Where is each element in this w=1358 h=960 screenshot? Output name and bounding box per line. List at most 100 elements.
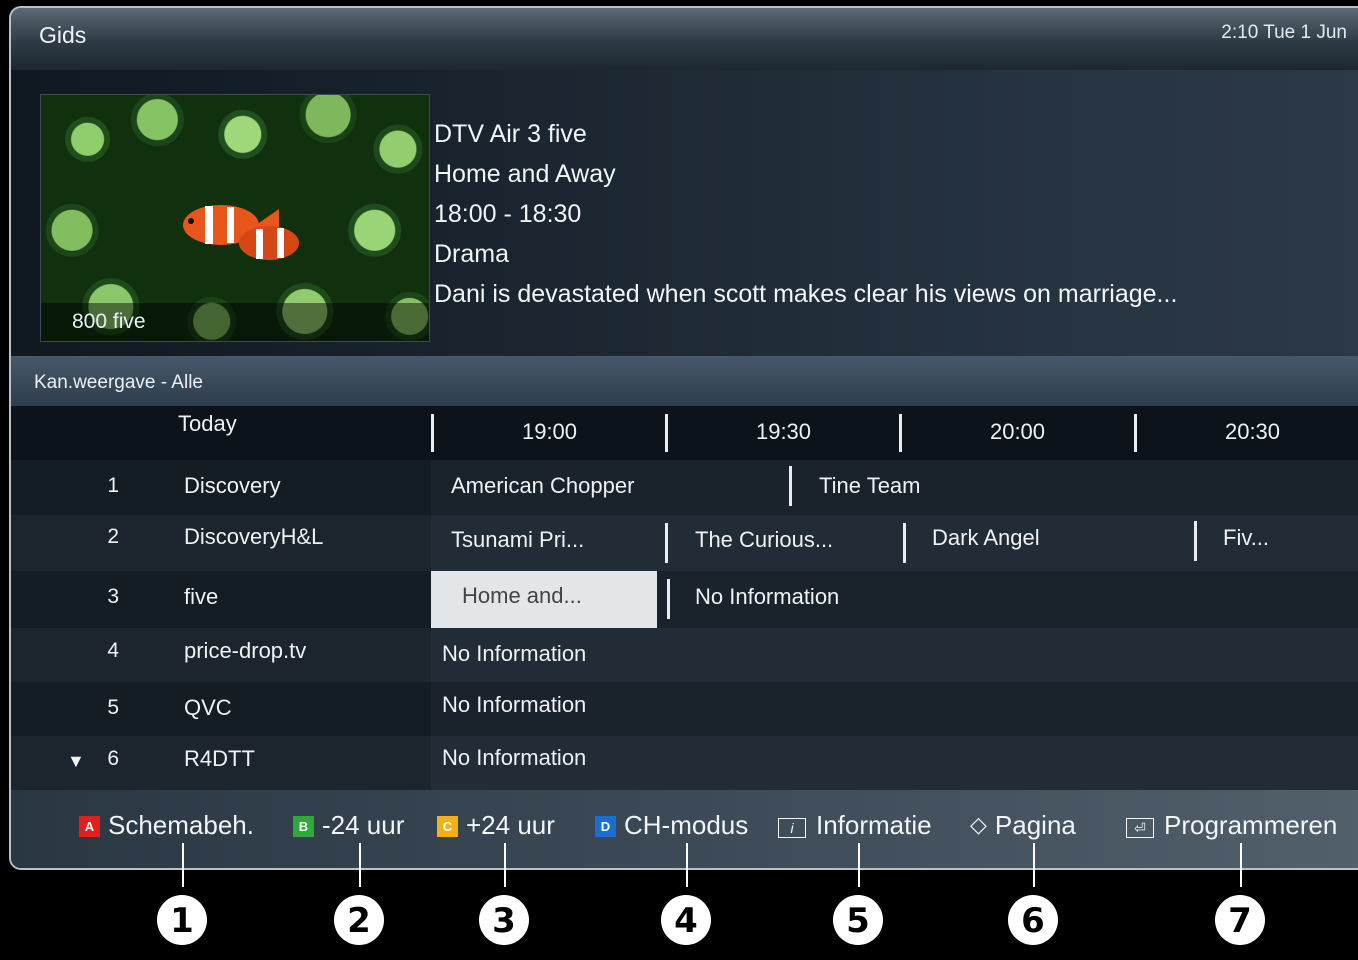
channel-name: price-drop.tv — [184, 638, 307, 663]
callout-line — [858, 843, 860, 887]
schedule-manager-button[interactable]: A Schemabeh. — [79, 810, 254, 841]
program-title: No Information — [442, 745, 587, 770]
callout-line — [359, 843, 361, 887]
channel-name: QVC — [184, 695, 232, 720]
callout-number: 4 — [661, 895, 711, 945]
channel-filter-label: Kan.weergave - Alle — [34, 372, 203, 393]
channel-row: 5 QVC No Information — [11, 682, 1358, 736]
callout-number: 7 — [1215, 895, 1265, 945]
program-cell[interactable]: No Information — [431, 736, 1358, 790]
program-cell[interactable]: American Chopper — [431, 460, 789, 515]
channel-filter-bar[interactable]: Kan.weergave - Alle — [11, 356, 1358, 406]
program-title: American Chopper — [451, 473, 635, 498]
program-track: No Information — [431, 682, 1358, 736]
callout-line — [504, 843, 506, 887]
program-title: The Curious... — [695, 527, 834, 552]
program-cell[interactable]: Tsunami Pri... — [431, 515, 665, 571]
callout-line — [1240, 843, 1242, 887]
program-details: DTV Air 3 five Home and Away 18:00 - 18:… — [434, 114, 1177, 314]
program-cell[interactable]: Dark Angel — [906, 515, 1194, 571]
program-title: Fiv... — [1223, 525, 1270, 550]
enter-icon: ⏎ — [1126, 818, 1154, 838]
program-cell-selected[interactable]: Home and... — [431, 571, 657, 628]
channel-cell[interactable]: 4 price-drop.tv — [11, 628, 431, 682]
detail-time: 18:00 - 18:30 — [434, 200, 582, 228]
footer-label: -24 uur — [322, 810, 405, 840]
channel-row: 3 five Home and... No Information — [11, 571, 1358, 628]
channel-cell[interactable]: 1 Discovery — [11, 460, 431, 515]
channel-name: DiscoveryH&L — [184, 524, 324, 549]
information-button[interactable]: i Informatie — [778, 810, 932, 841]
channel-mode-button[interactable]: D CH-modus — [595, 810, 748, 841]
channel-cell[interactable]: 2 DiscoveryH&L — [11, 515, 431, 571]
channel-name: R4DTT — [184, 746, 255, 771]
minus-24h-button[interactable]: B -24 uur — [293, 810, 404, 841]
page-title: Gids — [39, 22, 87, 48]
clock: 2:10 Tue 1 Jun — [1221, 22, 1347, 43]
channel-name: five — [184, 584, 219, 609]
detail-title: Home and Away — [434, 160, 616, 188]
header-bar: Gids 2:10 Tue 1 Jun — [11, 8, 1358, 70]
channel-number: 4 — [107, 639, 119, 662]
scroll-down-icon[interactable]: ▼ — [67, 751, 85, 772]
clownfish-image — [183, 205, 299, 260]
program-cell[interactable]: No Information — [431, 628, 1358, 682]
program-title: Tsunami Pri... — [451, 527, 585, 552]
program-track: Tsunami Pri... The Curious... Dark Angel… — [431, 515, 1358, 571]
footer-label: CH-modus — [624, 810, 749, 840]
time-slot-label: 20:00 — [989, 419, 1046, 444]
time-slot: 20:00 — [899, 414, 1045, 452]
channel-row: ▼ 6 R4DTT No Information — [11, 736, 1358, 790]
channel-number: 1 — [107, 474, 119, 497]
footer-label: Schemabeh. — [108, 810, 254, 840]
channel-name: Discovery — [184, 473, 281, 498]
schedule-button[interactable]: ⏎ Programmeren — [1126, 810, 1337, 841]
footer-label: Programmeren — [1164, 810, 1338, 840]
callout-number: 6 — [1008, 895, 1058, 945]
program-cell[interactable]: No Information — [670, 571, 1358, 628]
program-title: No Information — [442, 641, 587, 666]
red-key-icon: A — [79, 816, 100, 837]
program-grid: 1 Discovery American Chopper Tine Team 2… — [11, 460, 1358, 790]
time-slot: 19:30 — [665, 414, 811, 452]
channel-cell[interactable]: ▼ 6 R4DTT — [11, 736, 431, 790]
timeline-header: Today 19:00 19:30 20:00 20:30 — [11, 406, 1358, 460]
footer-label: Informatie — [816, 810, 932, 840]
channel-preview[interactable]: 800 five — [40, 94, 430, 342]
program-title: Tine Team — [819, 473, 921, 498]
channel-cell[interactable]: 5 QVC — [11, 682, 431, 736]
detail-genre: Drama — [434, 240, 510, 268]
updown-icon: ◇ — [970, 812, 987, 837]
program-track: Home and... No Information — [431, 571, 1358, 628]
channel-row: 2 DiscoveryH&L Tsunami Pri... The Curiou… — [11, 515, 1358, 571]
program-title: Home and... — [462, 583, 582, 608]
time-slot: 19:00 — [431, 414, 577, 452]
program-cell[interactable]: Fiv... — [1197, 515, 1358, 571]
program-info-panel: 800 five DTV Air 3 five Home and Away 18… — [11, 70, 1358, 356]
blue-key-icon: D — [595, 816, 616, 837]
preview-caption: 800 five — [41, 303, 429, 341]
time-slot-label: 19:30 — [755, 419, 812, 444]
program-track: No Information — [431, 628, 1358, 682]
program-track: American Chopper Tine Team — [431, 460, 1358, 515]
time-slot-label: 19:00 — [521, 419, 578, 444]
program-title: No Information — [695, 584, 840, 609]
channel-row: 1 Discovery American Chopper Tine Team — [11, 460, 1358, 515]
program-cell[interactable]: The Curious... — [668, 515, 902, 571]
channel-number: 2 — [107, 525, 119, 548]
channel-cell[interactable]: 3 five — [11, 571, 431, 628]
info-icon: i — [778, 818, 806, 838]
callout-line — [1033, 843, 1035, 887]
program-cell[interactable]: Tine Team — [792, 460, 1352, 515]
program-title: Dark Angel — [932, 525, 1040, 550]
plus-24h-button[interactable]: C +24 uur — [437, 810, 555, 841]
footer-label: Pagina — [994, 810, 1076, 840]
page-button[interactable]: ◇ Pagina — [970, 810, 1076, 841]
callout-number: 2 — [334, 895, 384, 945]
guide-window: Gids 2:10 Tue 1 Jun 800 five DTV Air 3 f… — [9, 6, 1358, 870]
program-cell[interactable]: No Information — [431, 682, 1358, 736]
footer-label: +24 uur — [466, 810, 555, 840]
yellow-key-icon: C — [437, 816, 458, 837]
channel-number: 6 — [107, 747, 119, 770]
channel-number: 3 — [107, 585, 119, 608]
